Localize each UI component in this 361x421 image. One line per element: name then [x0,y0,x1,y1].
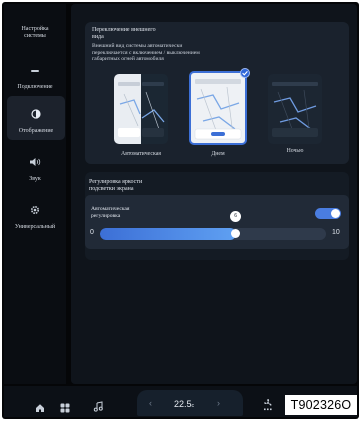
theme-option-auto[interactable] [114,74,168,144]
brightness-slider[interactable] [100,228,326,240]
slider-fill [100,228,236,240]
sidebar-item-label: Отображение [18,128,54,134]
apps-grid-icon[interactable] [60,400,70,418]
temperature-value: 22.5 [174,399,192,409]
sidebar-item-label: Универсальный [14,224,56,230]
selected-check-icon [240,68,250,78]
appearance-title: Переключение внешнего вида [92,27,156,40]
brightness-controls: Автоматическая регулировка 0 6 10 [85,195,349,249]
speaker-icon [4,154,66,172]
toggle-knob [331,209,340,218]
fan-icon[interactable] [262,398,274,416]
image-code-label: T902326O [285,395,357,415]
theme-option-night-label: Ночью [286,148,304,154]
music-note-icon[interactable] [93,399,103,417]
appearance-card: Переключение внешнего вида Внешний вид с… [85,22,349,164]
theme-option-day[interactable] [189,71,247,145]
sidebar-item-connection[interactable]: Подключение [4,62,66,91]
auto-brightness-label: Автоматическая регулировка [91,206,130,219]
brightness-title: Регулировка яркости подсветки экрана [89,179,143,192]
temperature-display: 22.5c [174,399,194,409]
temp-increase-button[interactable]: › [217,398,220,408]
slider-min-label: 0 [90,229,94,236]
brightness-card: Регулировка яркости подсветки экрана Авт… [85,172,349,260]
home-icon[interactable] [35,400,45,418]
sidebar-item-label: Звук [29,176,41,182]
sidebar: Настройка системы Подключение Отображени… [4,4,66,384]
main-panel: Переключение внешнего вида Внешний вид с… [71,4,357,384]
auto-brightness-toggle[interactable] [315,208,341,219]
temperature-unit: c [191,403,195,409]
sidebar-item-display[interactable]: Отображение [7,96,65,140]
temp-decrease-button[interactable]: ‹ [149,398,152,408]
appearance-description: Внешний вид системы автоматически перекл… [92,43,200,62]
sidebar-item-label: Подключение [17,84,53,90]
slider-max-label: 10 [332,229,340,236]
sidebar-item-sound[interactable]: Звук [4,154,66,183]
sidebar-item-universal[interactable]: Универсальный [4,202,66,231]
screen: Настройка системы Подключение Отображени… [0,0,361,421]
sidebar-title: Настройка системы [4,26,66,40]
night-map-preview [272,82,318,137]
slider-value-tooltip: 6 [230,211,242,222]
connection-icon [4,62,66,80]
gear-icon [4,202,66,220]
theme-option-auto-label: Автоматическая [121,151,161,157]
auto-map-preview [118,82,165,137]
display-icon [7,106,65,124]
theme-option-day-label: Днем [211,151,225,157]
sidebar-title-text: Настройка системы [21,26,49,39]
day-map-preview [194,79,242,140]
theme-option-night[interactable] [268,74,322,144]
